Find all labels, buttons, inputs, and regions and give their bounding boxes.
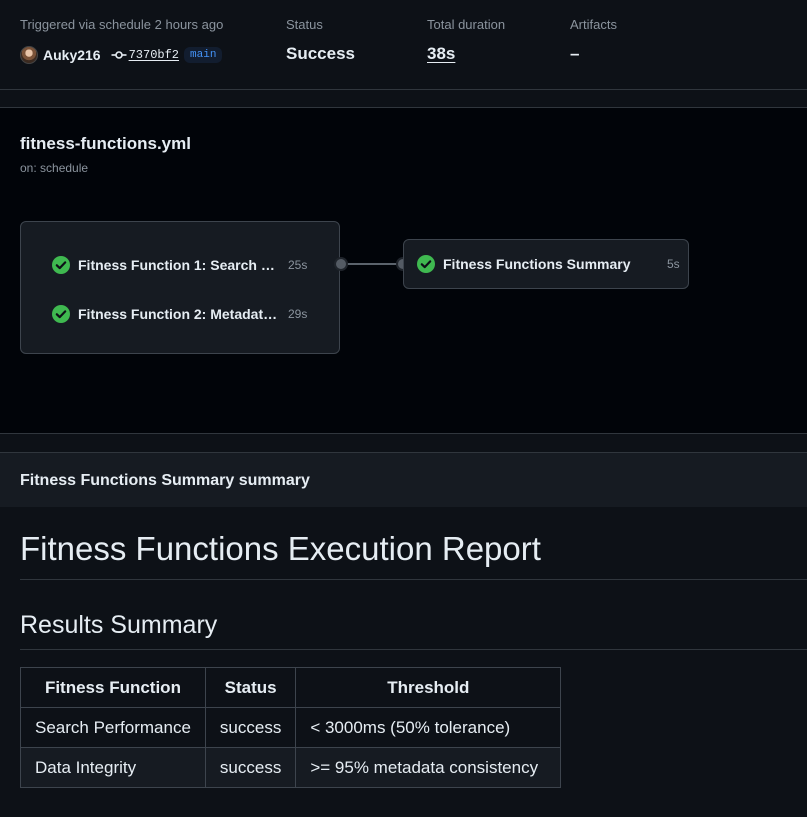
job-name: Fitness Function 2: Metadata Consistency	[78, 306, 282, 322]
table-cell: >= 95% metadata consistency	[295, 747, 562, 788]
job-group: Fitness Function 1: Search Performance 2…	[20, 221, 340, 354]
table-cell: Data Integrity	[20, 747, 206, 788]
job-item[interactable]: Fitness Function 2: Metadata Consistency…	[52, 304, 307, 324]
job-connector-line	[340, 263, 403, 265]
status-section: Status Success	[286, 17, 355, 64]
git-commit-icon	[111, 51, 127, 59]
job-name: Fitness Functions Summary	[443, 256, 631, 272]
check-circle-fill-icon	[417, 255, 435, 273]
job-duration: 5s	[667, 257, 680, 271]
status-label: Status	[286, 17, 323, 32]
workflow-trigger: on: schedule	[20, 161, 89, 175]
results-table: Fitness Function Status Threshold Search…	[20, 667, 562, 788]
trigger-text: Triggered via schedule 2 hours ago	[20, 17, 224, 32]
duration-link[interactable]: 38s	[427, 44, 505, 64]
job-summary-header: Fitness Functions Summary summary	[0, 452, 807, 507]
avatar[interactable]	[20, 46, 38, 64]
table-cell: success	[204, 707, 297, 748]
status-value: Success	[286, 44, 355, 63]
divider	[20, 579, 807, 580]
job-item[interactable]: Fitness Function 1: Search Performance 2…	[52, 255, 307, 275]
artifacts-section: Artifacts –	[570, 17, 617, 64]
job-name: Fitness Function 1: Search Performance	[78, 257, 282, 273]
branch-badge[interactable]: main	[184, 47, 223, 63]
job-duration: 29s	[288, 307, 308, 321]
workflow-file-name: fitness-functions.yml	[20, 134, 191, 153]
table-cell: Search Performance	[20, 707, 206, 748]
divider	[20, 649, 807, 650]
job-duration: 25s	[288, 258, 308, 272]
results-summary-heading: Results Summary	[20, 611, 218, 639]
actor-link[interactable]: Auky216	[43, 47, 101, 63]
commit-sha-link[interactable]: 7370bf2	[129, 48, 179, 62]
table-cell: success	[204, 747, 297, 788]
duration-label: Total duration	[427, 17, 506, 32]
table-row: Data Integrity success >= 95% metadata c…	[20, 747, 562, 788]
table-header-row: Fitness Function Status Threshold	[20, 667, 562, 708]
report-title: Fitness Functions Execution Report	[20, 530, 541, 567]
connector-dot-out	[334, 257, 348, 271]
column-header: Status	[204, 667, 297, 708]
workflow-graph: fitness-functions.yml on: schedule Fitne…	[0, 107, 807, 434]
duration-section: Total duration 38s	[427, 17, 505, 64]
table-row: Search Performance success < 3000ms (50%…	[20, 707, 562, 748]
artifacts-label: Artifacts	[570, 17, 617, 32]
run-summary-bar: Triggered via schedule 2 hours ago Auky2…	[0, 0, 807, 90]
column-header: Threshold	[295, 667, 562, 708]
check-circle-fill-icon	[52, 305, 70, 323]
table-cell: < 3000ms (50% tolerance)	[295, 707, 562, 748]
job-summary-title: Fitness Functions Summary summary	[20, 472, 310, 489]
artifacts-value: –	[570, 44, 580, 63]
check-circle-fill-icon	[52, 256, 70, 274]
trigger-section: Triggered via schedule 2 hours ago Auky2…	[20, 17, 223, 65]
summary-job[interactable]: Fitness Functions Summary 5s	[403, 239, 689, 289]
column-header: Fitness Function	[20, 667, 206, 708]
